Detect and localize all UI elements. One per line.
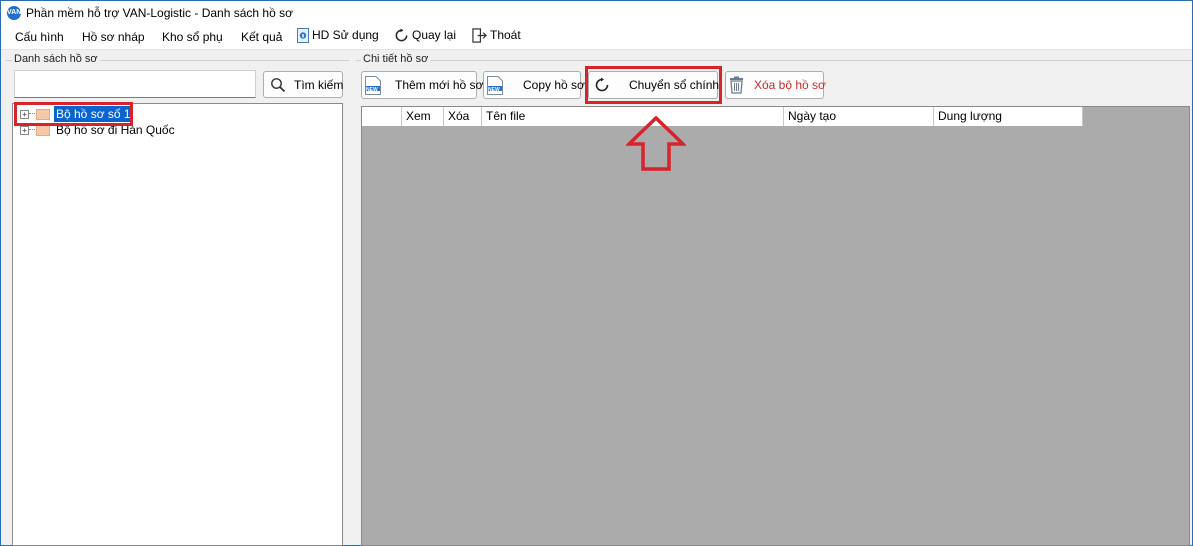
menu-divider bbox=[1, 49, 1192, 50]
folder-icon bbox=[36, 125, 50, 136]
menu-ket-qua[interactable]: Kết quả bbox=[241, 30, 282, 44]
menu-help-label: HD Sử dụng bbox=[312, 28, 379, 42]
grid-col-size[interactable]: Dung lượng bbox=[934, 107, 1083, 126]
grid-col-created[interactable]: Ngày tạo bbox=[784, 107, 934, 126]
search-button[interactable]: Tìm kiếm bbox=[263, 71, 343, 98]
help-document-icon bbox=[297, 28, 309, 44]
up-arrow-annotation-icon bbox=[626, 116, 686, 171]
copy-profile-button[interactable]: NEW Copy hồ sơ bbox=[483, 71, 585, 99]
grid-col-delete[interactable]: Xóa bbox=[444, 107, 482, 126]
right-group-label: Chi tiết hồ sơ bbox=[361, 53, 431, 65]
expand-icon[interactable]: + bbox=[20, 126, 29, 135]
tree-highlight-box bbox=[14, 102, 133, 126]
menu-back-label: Quay lại bbox=[412, 28, 457, 42]
grid-col-row-header bbox=[362, 107, 402, 126]
menu-kho-so-phu[interactable]: Kho sổ phụ bbox=[162, 30, 223, 44]
menu-exit-label: Thoát bbox=[490, 28, 521, 42]
refresh-back-icon bbox=[395, 28, 408, 42]
trash-icon bbox=[730, 76, 743, 94]
search-button-label: Tìm kiếm bbox=[294, 78, 344, 92]
menu-exit[interactable]: Thoát bbox=[472, 28, 521, 43]
search-input[interactable] bbox=[14, 70, 256, 98]
window-title: Phần mềm hỗ trợ VAN-Logistic - Danh sách… bbox=[26, 6, 293, 20]
menu-bar: Cấu hình Hồ sơ nháp Kho sổ phụ Kết quả H… bbox=[1, 25, 1192, 49]
file-grid: Xem Xóa Tên file Ngày tạo Dung lượng bbox=[361, 106, 1190, 546]
grid-header: Xem Xóa Tên file Ngày tạo Dung lượng bbox=[362, 107, 1083, 126]
app-logo-icon: VAN bbox=[7, 6, 21, 20]
new-badge: NEW bbox=[366, 87, 378, 93]
title-bar: VAN Phần mềm hỗ trợ VAN-Logistic - Danh … bbox=[1, 1, 1192, 25]
menu-back[interactable]: Quay lại bbox=[394, 28, 456, 43]
exit-door-icon bbox=[472, 28, 487, 43]
menu-help[interactable]: HD Sử dụng bbox=[297, 28, 379, 44]
copy-label: Copy hồ sơ bbox=[523, 78, 585, 92]
right-group-border bbox=[356, 60, 1192, 61]
delete-label: Xóa bộ hồ sơ bbox=[754, 78, 826, 92]
search-icon bbox=[271, 78, 286, 93]
grid-col-view[interactable]: Xem bbox=[402, 107, 444, 126]
convert-highlight-box bbox=[585, 66, 722, 104]
menu-cau-hinh[interactable]: Cấu hình bbox=[15, 30, 64, 44]
new-badge: NEW bbox=[488, 87, 500, 93]
menu-ho-so-nhap[interactable]: Hồ sơ nháp bbox=[82, 30, 145, 44]
delete-profile-button[interactable]: Xóa bộ hồ sơ bbox=[725, 71, 826, 99]
add-new-label: Thêm mới hồ sơ bbox=[395, 78, 484, 92]
profile-tree: + Bộ hồ sơ số 1 + Bộ hồ sơ đi Hàn Quốc bbox=[12, 103, 343, 546]
add-new-profile-button[interactable]: NEW Thêm mới hồ sơ bbox=[361, 71, 483, 99]
left-group-label: Danh sách hồ sơ bbox=[12, 53, 100, 65]
